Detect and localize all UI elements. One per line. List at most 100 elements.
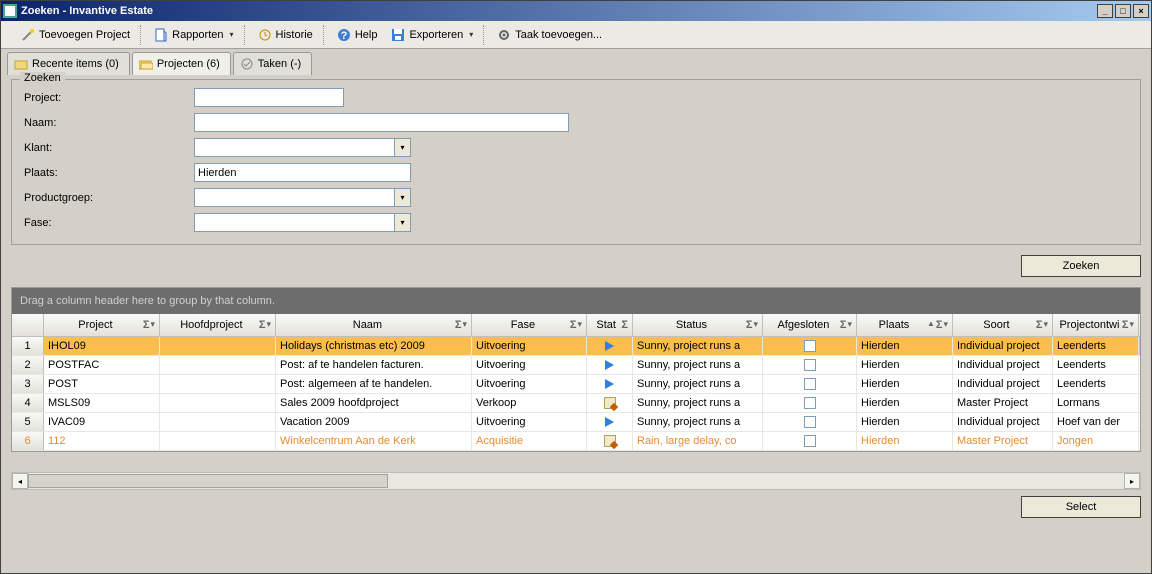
folder-icon [14, 57, 28, 71]
add-task-button[interactable]: Taak toevoegen... [491, 26, 608, 44]
col-project[interactable]: ProjectΣ▾ [44, 314, 160, 336]
svg-text:?: ? [340, 30, 347, 42]
chevron-down-icon[interactable]: ▾ [394, 213, 411, 232]
col-soort[interactable]: SoortΣ▾ [953, 314, 1053, 336]
table-cell [160, 375, 276, 393]
tab-projects[interactable]: Projecten (6) [132, 52, 231, 75]
table-row[interactable]: 6112Winkelcentrum Aan de KerkAcquisitieR… [12, 432, 1140, 451]
table-cell: 5 [12, 413, 44, 431]
sigma-icon[interactable]: Σ [621, 319, 628, 331]
checkbox[interactable] [804, 359, 816, 371]
table-row[interactable]: 2POSTFACPost: af te handelen facturen.Ui… [12, 356, 1140, 375]
col-projectontw[interactable]: ProjectontwiΣ▾ [1053, 314, 1139, 336]
sigma-icon[interactable]: Σ [1122, 319, 1129, 331]
export-button[interactable]: Exporteren ▾ [385, 26, 479, 44]
table-row[interactable]: 4MSLS09Sales 2009 hoofdprojectVerkoopSun… [12, 394, 1140, 413]
fase-combo-input[interactable] [194, 213, 394, 232]
col-naam[interactable]: NaamΣ▾ [276, 314, 472, 336]
col-afgesloten[interactable]: AfgeslotenΣ▾ [763, 314, 857, 336]
edit-icon [604, 397, 616, 409]
grid-group-bar[interactable]: Drag a column header here to group by th… [12, 288, 1140, 314]
table-cell: Uitvoering [472, 413, 587, 431]
table-cell: Uitvoering [472, 356, 587, 374]
reports-button[interactable]: Rapporten ▾ [148, 26, 239, 44]
col-rownum[interactable] [12, 314, 44, 336]
sort-asc-icon[interactable]: ▲ [927, 319, 935, 331]
table-cell: Vacation 2009 [276, 413, 472, 431]
scroll-right-button[interactable]: ▸ [1124, 473, 1140, 489]
filter-icon[interactable]: ▾ [266, 319, 271, 331]
folder-open-icon [139, 57, 153, 71]
select-button[interactable]: Select [1021, 496, 1141, 518]
checkbox[interactable] [804, 435, 816, 447]
table-cell: POST [44, 375, 160, 393]
plaats-input[interactable] [194, 163, 411, 182]
checkbox[interactable] [804, 416, 816, 428]
filter-icon[interactable]: ▾ [753, 319, 758, 331]
add-project-label: Toevoegen Project [39, 29, 130, 41]
col-fase[interactable]: FaseΣ▾ [472, 314, 587, 336]
sigma-icon[interactable]: Σ [259, 319, 266, 331]
table-row[interactable]: 1IHOL09Holidays (christmas etc) 2009Uitv… [12, 337, 1140, 356]
scroll-thumb[interactable] [28, 474, 388, 488]
add-project-button[interactable]: Toevoegen Project [15, 26, 136, 44]
minimize-button[interactable]: _ [1097, 4, 1113, 18]
filter-icon[interactable]: ▾ [847, 319, 852, 331]
results-grid: Drag a column header here to group by th… [11, 287, 1141, 452]
table-cell: Rain, large delay, co [633, 432, 763, 450]
klant-combo[interactable]: ▾ [194, 138, 411, 157]
chevron-down-icon[interactable]: ▾ [394, 188, 411, 207]
sigma-icon[interactable]: Σ [746, 319, 753, 331]
naam-input[interactable] [194, 113, 569, 132]
sigma-icon[interactable]: Σ [1036, 319, 1043, 331]
horizontal-scrollbar[interactable]: ◂ ▸ [11, 472, 1141, 490]
checkbox[interactable] [804, 340, 816, 352]
checkbox[interactable] [804, 397, 816, 409]
help-button[interactable]: ? Help [331, 26, 384, 44]
col-plaats[interactable]: Plaats▲Σ▾ [857, 314, 953, 336]
search-button[interactable]: Zoeken [1021, 255, 1141, 277]
filter-icon[interactable]: ▾ [1043, 319, 1048, 331]
table-cell: Leenderts [1053, 375, 1139, 393]
tab-bar: Recente items (0) Projecten (6) Taken (-… [1, 49, 1151, 75]
table-cell: Sales 2009 hoofdproject [276, 394, 472, 412]
checkbox[interactable] [804, 378, 816, 390]
naam-label: Naam: [24, 117, 194, 129]
col-status[interactable]: StatusΣ▾ [633, 314, 763, 336]
productgroep-combo-input[interactable] [194, 188, 394, 207]
history-button[interactable]: Historie [252, 26, 319, 44]
filter-icon[interactable]: ▾ [577, 319, 582, 331]
klant-label: Klant: [24, 142, 194, 154]
tab-tasks[interactable]: Taken (-) [233, 52, 312, 75]
maximize-button[interactable]: □ [1115, 4, 1131, 18]
project-input[interactable] [194, 88, 344, 107]
sigma-icon[interactable]: Σ [936, 319, 943, 331]
sigma-icon[interactable]: Σ [143, 319, 150, 331]
close-button[interactable]: × [1133, 4, 1149, 18]
fase-combo[interactable]: ▾ [194, 213, 411, 232]
filter-icon[interactable]: ▾ [943, 319, 948, 331]
table-cell: Individual project [953, 413, 1053, 431]
filter-icon[interactable]: ▾ [1129, 319, 1134, 331]
col-stat[interactable]: StatΣ [587, 314, 633, 336]
table-row[interactable]: 3POSTPost: algemeen af te handelen.Uitvo… [12, 375, 1140, 394]
scroll-left-button[interactable]: ◂ [12, 473, 28, 489]
chevron-down-icon[interactable]: ▾ [394, 138, 411, 157]
table-cell: Sunny, project runs a [633, 394, 763, 412]
window-title: Zoeken - Invantive Estate [21, 5, 1097, 17]
export-label: Exporteren [409, 29, 463, 41]
sigma-icon[interactable]: Σ [455, 319, 462, 331]
filter-icon[interactable]: ▾ [462, 319, 467, 331]
sigma-icon[interactable]: Σ [840, 319, 847, 331]
table-row[interactable]: 5IVAC09Vacation 2009UitvoeringSunny, pro… [12, 413, 1140, 432]
select-button-label: Select [1066, 501, 1097, 513]
col-hoofdproject[interactable]: HoofdprojectΣ▾ [160, 314, 276, 336]
chevron-down-icon: ▾ [469, 30, 473, 39]
chevron-down-icon: ▾ [230, 30, 234, 39]
table-cell: Hierden [857, 337, 953, 355]
sigma-icon[interactable]: Σ [570, 319, 577, 331]
klant-combo-input[interactable] [194, 138, 394, 157]
filter-icon[interactable]: ▾ [150, 319, 155, 331]
productgroep-combo[interactable]: ▾ [194, 188, 411, 207]
table-cell [763, 432, 857, 450]
